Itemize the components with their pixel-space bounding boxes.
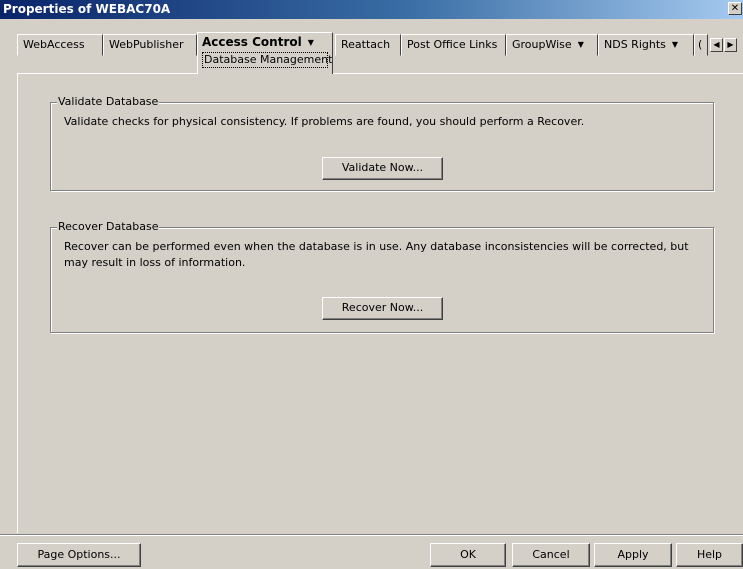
apply-button[interactable]: Apply xyxy=(594,543,672,567)
window-title: Properties of WEBAC70A xyxy=(3,2,171,16)
help-button[interactable]: Help xyxy=(676,543,743,567)
page-options-button[interactable]: Page Options... xyxy=(17,543,141,567)
group-legend: Validate Database xyxy=(57,95,160,108)
tab-label: GroupWise xyxy=(512,38,572,51)
tab-label: Post Office Links xyxy=(407,38,498,51)
close-icon[interactable]: ✕ xyxy=(728,2,742,15)
ok-button[interactable]: OK xyxy=(430,543,506,567)
tab-strip: WebAccess WebPublisher Access Control ▼ D… xyxy=(17,32,743,74)
tab-webaccess[interactable]: WebAccess xyxy=(17,34,103,56)
tab-label: ( xyxy=(698,38,703,51)
chevron-down-icon[interactable]: ▼ xyxy=(578,35,584,55)
tab-post-office-links[interactable]: Post Office Links xyxy=(401,34,506,56)
recover-database-group: Recover Database Recover can be performe… xyxy=(50,220,714,333)
tab-label: WebPublisher xyxy=(109,38,184,51)
dialog-button-bar: Page Options... OK Cancel Apply Help xyxy=(0,534,743,569)
chevron-down-icon[interactable]: ▼ xyxy=(672,35,678,55)
group-legend: Recover Database xyxy=(57,220,160,233)
tab-access-control[interactable]: Access Control ▼ Database Management xyxy=(197,32,333,74)
tab-label: NDS Rights xyxy=(604,38,666,51)
cancel-button[interactable]: Cancel xyxy=(512,543,590,567)
title-bar[interactable]: Properties of WEBAC70A ✕ xyxy=(0,0,743,19)
recover-now-button[interactable]: Recover Now... xyxy=(322,297,443,320)
validate-description: Validate checks for physical consistency… xyxy=(64,115,585,128)
validate-now-button[interactable]: Validate Now... xyxy=(322,157,443,180)
validate-database-group: Validate Database Validate checks for ph… xyxy=(50,95,714,191)
recover-description: Recover can be performed even when the d… xyxy=(64,240,689,269)
tab-nds-rights[interactable]: NDS Rights ▼ xyxy=(598,34,694,56)
tab-label: Reattach xyxy=(341,38,391,51)
chevron-left-icon[interactable]: ◀ xyxy=(710,38,723,52)
tab-label: WebAccess xyxy=(23,38,85,51)
tab-reattach[interactable]: Reattach xyxy=(335,34,401,56)
chevron-down-icon[interactable]: ▼ xyxy=(308,34,314,52)
tab-groupwise[interactable]: GroupWise ▼ xyxy=(506,34,598,56)
tab-subpage-label: Database Management xyxy=(202,52,333,68)
tab-label: Access Control xyxy=(202,35,302,49)
chevron-right-icon[interactable]: ▶ xyxy=(724,38,737,52)
tab-webpublisher[interactable]: WebPublisher xyxy=(103,34,197,56)
tab-partial[interactable]: ( xyxy=(694,34,708,56)
